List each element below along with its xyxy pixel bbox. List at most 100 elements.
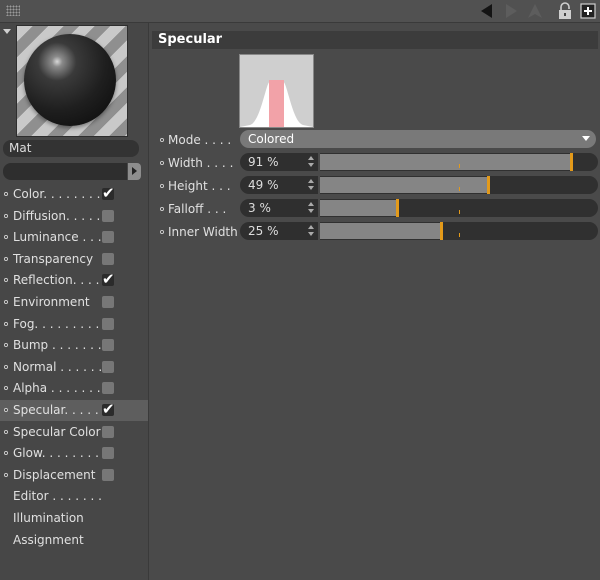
channel-item[interactable]: Editor . . . . . . .: [0, 486, 148, 507]
channel-dot-icon: [4, 364, 8, 369]
arrow-right-icon[interactable]: [502, 2, 520, 20]
channel-dot-icon: [4, 235, 8, 240]
falloff-input[interactable]: 3 %: [240, 199, 318, 217]
channel-checkbox[interactable]: [102, 209, 114, 222]
channel-label: Environment: [13, 295, 90, 309]
animate-dot-icon[interactable]: [160, 230, 164, 234]
animate-dot-icon[interactable]: [160, 207, 164, 211]
channel-item[interactable]: Glow. . . . . . . .: [0, 443, 148, 464]
lock-icon[interactable]: [556, 2, 574, 20]
arrow-left-icon[interactable]: [478, 2, 496, 20]
channel-item[interactable]: Bump . . . . . . .: [0, 335, 148, 356]
spinner-arrows-icon[interactable]: [308, 156, 314, 168]
material-preview[interactable]: [16, 25, 128, 137]
channel-item[interactable]: Color. . . . . . . .: [0, 183, 148, 205]
slider-mid-tick: [459, 233, 460, 237]
channel-item[interactable]: Transparency: [0, 249, 148, 270]
channel-checkbox[interactable]: [102, 231, 114, 244]
channel-dot-icon: [4, 213, 8, 218]
new-window-icon[interactable]: [579, 2, 597, 20]
grip-icon[interactable]: [6, 5, 20, 16]
chevron-down-icon: [582, 136, 590, 141]
channel-checkbox[interactable]: [102, 382, 114, 395]
slider-fill: [320, 177, 488, 193]
spinner-arrows-icon[interactable]: [308, 202, 314, 214]
channel-label: Fog. . . . . . . . .: [13, 316, 100, 331]
slider-handle[interactable]: [439, 222, 443, 240]
channel-item[interactable]: Normal . . . . . .: [0, 357, 148, 378]
channel-checkbox[interactable]: [102, 317, 114, 330]
width-input[interactable]: 91 %: [240, 153, 318, 171]
channel-checkbox[interactable]: [102, 183, 115, 204]
channel-label: Diffusion. . . . .: [13, 208, 101, 223]
channel-item[interactable]: Reflection. . . .: [0, 269, 148, 291]
height-input[interactable]: 49 %: [240, 176, 318, 194]
channel-label: Color. . . . . . . .: [13, 187, 101, 201]
material-name-field[interactable]: Mat: [3, 140, 139, 157]
channel-dot-icon: [4, 408, 8, 412]
channel-checkbox[interactable]: [102, 339, 114, 352]
channel-checkbox[interactable]: [102, 360, 114, 373]
channel-label: Bump . . . . . . .: [13, 338, 102, 353]
falloff-slider[interactable]: [320, 199, 598, 217]
slider-fill: [320, 154, 571, 170]
channel-checkbox[interactable]: [102, 252, 114, 265]
animate-dot-icon[interactable]: [160, 161, 164, 165]
channel-label: Specular. . . . .: [13, 403, 99, 417]
slider-handle[interactable]: [570, 153, 574, 171]
slider-handle[interactable]: [487, 176, 491, 194]
height-label: Height . . .: [168, 179, 231, 193]
inner-width-input[interactable]: 25 %: [240, 222, 318, 240]
channel-dot-icon: [4, 429, 8, 434]
channel-checkbox[interactable]: [102, 269, 115, 290]
up-icon[interactable]: [526, 2, 544, 20]
spinner-arrows-icon[interactable]: [308, 225, 314, 237]
width-slider[interactable]: [320, 153, 598, 171]
material-sphere-preview: [24, 34, 116, 126]
channel-item[interactable]: Assignment: [0, 530, 148, 551]
channel-checkbox[interactable]: [102, 399, 115, 420]
channel-item[interactable]: Specular. . . . .: [0, 399, 148, 421]
channel-checkbox[interactable]: [102, 468, 114, 481]
channel-checkbox[interactable]: [102, 425, 114, 438]
channel-dot-icon: [4, 300, 8, 304]
channel-item[interactable]: Environment: [0, 292, 148, 313]
toolbar: [0, 0, 600, 23]
channel-label: Reflection. . . .: [13, 273, 100, 288]
channel-label: Glow. . . . . . . .: [13, 446, 99, 461]
channel-item[interactable]: Diffusion. . . . .: [0, 206, 148, 227]
mode-row: Mode . . . . Colored: [150, 130, 600, 150]
slider-fill: [320, 223, 440, 239]
channel-item[interactable]: Luminance . . .: [0, 227, 148, 248]
falloff-row: Falloff . . . 3 %: [150, 199, 600, 219]
animate-dot-icon[interactable]: [160, 138, 164, 142]
channel-checkbox[interactable]: [102, 296, 114, 308]
channel-item[interactable]: Illumination: [0, 508, 148, 529]
channel-checkbox[interactable]: [102, 447, 114, 460]
channel-filter-field[interactable]: [3, 163, 127, 180]
menu-triangle-icon[interactable]: [3, 29, 11, 34]
channel-item[interactable]: Displacement: [0, 465, 148, 486]
mode-dropdown[interactable]: Colored: [240, 130, 596, 148]
spinner-arrows-icon[interactable]: [308, 179, 314, 191]
animate-dot-icon[interactable]: [160, 184, 164, 188]
channel-dot-icon: [4, 451, 8, 456]
channel-label: Assignment: [13, 532, 84, 547]
slider-mid-tick: [459, 164, 460, 168]
channel-label: Specular Color: [13, 424, 101, 439]
channel-label: Displacement: [13, 467, 96, 482]
slider-mid-tick: [459, 210, 460, 214]
slider-mid-tick: [459, 187, 460, 191]
channel-dot-icon: [4, 192, 8, 196]
height-slider[interactable]: [320, 176, 598, 194]
inner-width-slider[interactable]: [320, 222, 598, 240]
channel-dot-icon: [4, 321, 8, 326]
channel-item[interactable]: Fog. . . . . . . . .: [0, 314, 148, 335]
slider-fill: [320, 200, 396, 216]
filter-expand-button[interactable]: [128, 163, 141, 180]
channel-item[interactable]: Specular Color: [0, 422, 148, 443]
attributes-panel: Specular Mode . . . . Colored Width . . …: [150, 23, 600, 580]
channel-item[interactable]: Alpha . . . . . . .: [0, 378, 148, 399]
slider-handle[interactable]: [395, 199, 399, 217]
channel-dot-icon: [4, 256, 8, 261]
